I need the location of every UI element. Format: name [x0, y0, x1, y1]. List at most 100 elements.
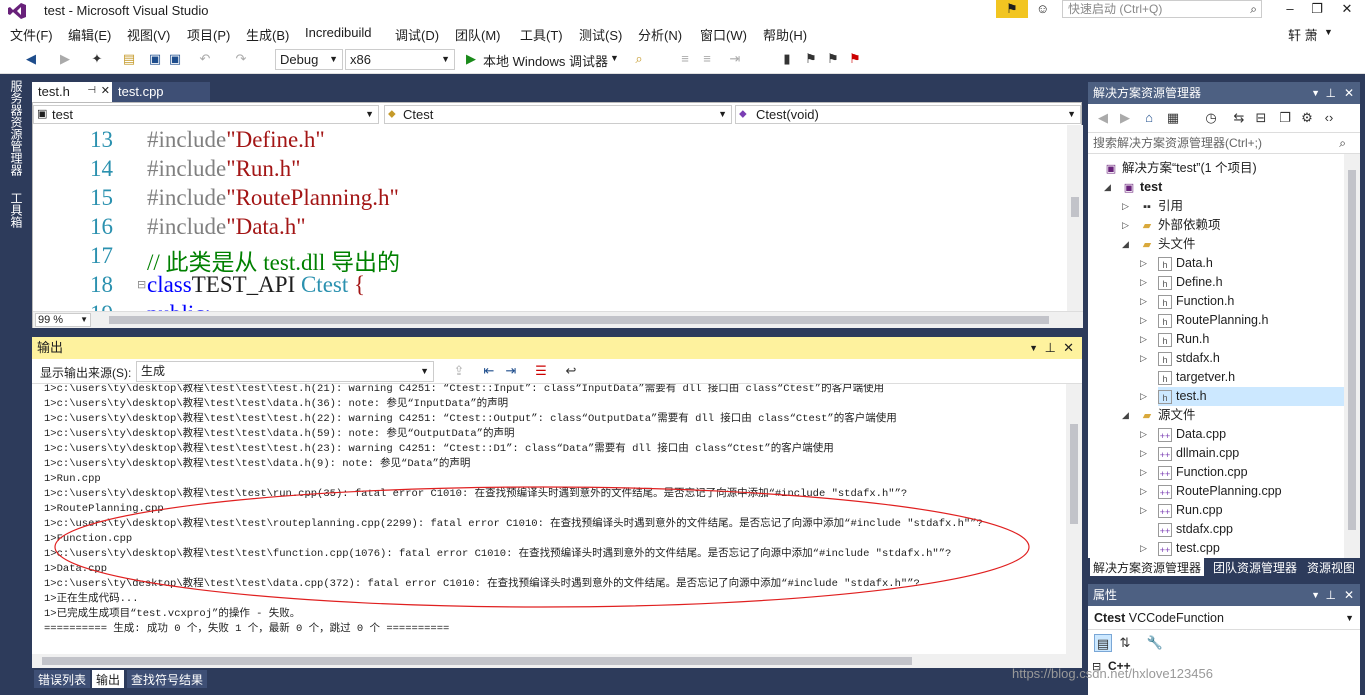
next-message-icon[interactable]: ⇥	[502, 362, 520, 380]
tree-node[interactable]: ▷ ++ Function.cpp	[1140, 463, 1248, 482]
back-icon[interactable]: ◀	[22, 50, 40, 68]
close-icon[interactable]: ✕	[1063, 337, 1074, 359]
tree-node[interactable]: ◢ ▰ 源文件	[1122, 406, 1196, 425]
class-scope-select[interactable]: ⬥ Ctest ▼	[384, 105, 732, 124]
member-scope-select[interactable]: ⬥ Ctest(void) ▼	[735, 105, 1081, 124]
menu-tools[interactable]: 工具(T)	[520, 25, 563, 44]
collapsed-icon[interactable]: ▷	[1140, 273, 1147, 292]
code-text[interactable]: public:	[147, 301, 211, 311]
code-text[interactable]: #include"RoutePlanning.h"	[147, 185, 399, 211]
solution-tree-scrollbar[interactable]	[1344, 154, 1360, 558]
code-text[interactable]: #include"Data.h"	[147, 214, 306, 240]
menu-file[interactable]: 文件(F)	[10, 25, 53, 44]
alphabetical-icon[interactable]: ⇅	[1116, 634, 1134, 652]
forward-icon[interactable]: ▶	[56, 50, 74, 68]
tree-node[interactable]: ▷ ▪▪ 引用	[1122, 197, 1183, 216]
property-pages-icon[interactable]: 🔧	[1146, 634, 1164, 652]
tree-node[interactable]: ++ stdafx.cpp	[1158, 520, 1233, 539]
code-line[interactable]: 19 public:	[33, 301, 1067, 311]
collapsed-icon[interactable]: ▷	[1140, 349, 1147, 368]
new-project-icon[interactable]: ✦	[88, 50, 106, 68]
collapsed-icon[interactable]: ▷	[1122, 197, 1129, 216]
collapsed-icon[interactable]: ▷	[1140, 330, 1147, 349]
forward-icon[interactable]: ▶	[1116, 109, 1134, 127]
output-source-select[interactable]: 生成 ▼	[136, 361, 434, 382]
tree-node[interactable]: ▷ ▰ 外部依赖项	[1122, 216, 1221, 235]
find-in-files-icon[interactable]: ⌕	[630, 50, 648, 68]
tab-error-list[interactable]: 错误列表	[34, 670, 91, 688]
collapsed-icon[interactable]: ▷	[1140, 501, 1147, 520]
menu-incredibuild[interactable]: Incredibuild	[305, 25, 372, 40]
sync-icon[interactable]: ⇆	[1230, 109, 1248, 127]
scroll-thumb[interactable]	[1071, 197, 1079, 217]
expanded-icon[interactable]: ◢	[1122, 406, 1129, 425]
pending-changes-icon[interactable]: ◷	[1202, 109, 1220, 127]
toolbox-tab[interactable]: 工具箱	[8, 192, 25, 228]
menu-debug[interactable]: 调试(D)	[395, 25, 439, 44]
output-vertical-scrollbar[interactable]	[1066, 384, 1082, 654]
tree-node[interactable]: ▷ h RoutePlanning.h	[1140, 311, 1268, 330]
collapsed-icon[interactable]: ▷	[1122, 216, 1129, 235]
menu-project[interactable]: 项目(P)	[187, 25, 230, 44]
home-icon[interactable]: ⌂	[1140, 109, 1158, 127]
tree-node[interactable]: ▷ h test.h	[1140, 387, 1344, 406]
code-line[interactable]: 16 #include"Data.h"	[33, 214, 1067, 243]
menu-help[interactable]: 帮助(H)	[763, 25, 807, 44]
editor-vertical-scrollbar[interactable]	[1067, 125, 1083, 311]
tree-node[interactable]: ▷ ++ dllmain.cpp	[1140, 444, 1239, 463]
configuration-select[interactable]: Debug ▼	[275, 49, 343, 70]
tree-node[interactable]: ▷ h stdafx.h	[1140, 349, 1220, 368]
bookmark-icon[interactable]: ▮	[778, 50, 796, 68]
chevron-down-icon[interactable]: ▼	[1029, 337, 1038, 359]
menu-view[interactable]: 视图(V)	[127, 25, 170, 44]
tree-node[interactable]: ▷ ++ test.cpp	[1140, 539, 1220, 558]
tab-resource-view[interactable]: 资源视图	[1304, 558, 1358, 576]
collapsed-icon[interactable]: ▷	[1140, 444, 1147, 463]
quick-launch-input[interactable]: 快速启动 (Ctrl+Q) ⌕	[1062, 0, 1262, 18]
back-icon[interactable]: ◀	[1094, 109, 1112, 127]
find-message-icon[interactable]: ⇪	[450, 362, 468, 380]
clear-bookmarks-icon[interactable]: ⚑	[846, 50, 864, 68]
tree-node[interactable]: h targetver.h	[1158, 368, 1235, 387]
code-line[interactable]: 13 #include"Define.h"	[33, 127, 1067, 156]
collapsed-icon[interactable]: ▷	[1140, 292, 1147, 311]
tab-find-symbol-results[interactable]: 查找符号结果	[127, 670, 208, 688]
start-debug-button[interactable]: 本地 Windows 调试器	[483, 51, 608, 70]
collapse-icon[interactable]: ⊟	[137, 278, 146, 291]
undo-icon[interactable]: ↶	[196, 50, 214, 68]
tree-node[interactable]: ◢ ▰ 头文件	[1122, 235, 1196, 254]
solution-tree[interactable]: ▣ 解决方案“test”(1 个项目) ◢ ▣ test ▷ ▪▪ 引用 ▷ ▰ 外部依赖项 ◢ ▰ 头文…	[1088, 154, 1344, 558]
collapsed-icon[interactable]: ▷	[1140, 539, 1147, 558]
tree-node[interactable]: ▷ h Define.h	[1140, 273, 1223, 292]
categorized-icon[interactable]: ▤	[1094, 634, 1112, 652]
code-text[interactable]: #include"Run.h"	[147, 156, 301, 182]
properties-icon[interactable]: ⚙	[1298, 109, 1316, 127]
platform-select[interactable]: x86 ▼	[345, 49, 455, 70]
output-horizontal-scrollbar[interactable]	[32, 654, 1082, 668]
start-debug-icon[interactable]: ▶	[466, 51, 476, 67]
collapsed-icon[interactable]: ▷	[1140, 254, 1147, 273]
expanded-icon[interactable]: ◢	[1104, 178, 1111, 197]
code-text[interactable]: classTEST_API Ctest {	[147, 272, 365, 298]
tree-node[interactable]: ▷ h Function.h	[1140, 292, 1234, 311]
pin-icon[interactable]: ⊥	[1045, 337, 1056, 359]
code-editor[interactable]: ▣ test ▼ ⬥ Ctest ▼ ⬥ Ctest(void) ▼ 13 #in…	[32, 102, 1083, 328]
server-explorer-tab[interactable]: 服务器资源管理器	[8, 80, 25, 176]
editor-horizontal-scrollbar[interactable]: 99 % ▼	[33, 311, 1083, 328]
switch-views-icon[interactable]: ▦	[1164, 109, 1182, 127]
properties-object-select[interactable]: Ctest VCCodeFunction ▼	[1088, 606, 1360, 630]
uncomment-icon[interactable]: ≡	[698, 50, 716, 68]
chevron-down-icon[interactable]: ▼	[1311, 82, 1320, 104]
expanded-icon[interactable]: ◢	[1122, 235, 1129, 254]
code-line[interactable]: 14 #include"Run.h"	[33, 156, 1067, 185]
menu-edit[interactable]: 编辑(E)	[68, 25, 111, 44]
scroll-thumb[interactable]	[1070, 424, 1078, 524]
scroll-thumb[interactable]	[42, 657, 912, 665]
clear-all-icon[interactable]: ☰	[532, 362, 550, 380]
save-icon[interactable]: ▣	[146, 50, 164, 68]
solution-search-input[interactable]: 搜索解决方案资源管理器(Ctrl+;) ⌕	[1088, 132, 1360, 154]
minimize-button[interactable]: –	[1275, 0, 1305, 18]
tree-node[interactable]: ▷ ++ RoutePlanning.cpp	[1140, 482, 1282, 501]
show-all-files-icon[interactable]: ❐	[1276, 109, 1294, 127]
menu-team[interactable]: 团队(M)	[455, 25, 501, 44]
